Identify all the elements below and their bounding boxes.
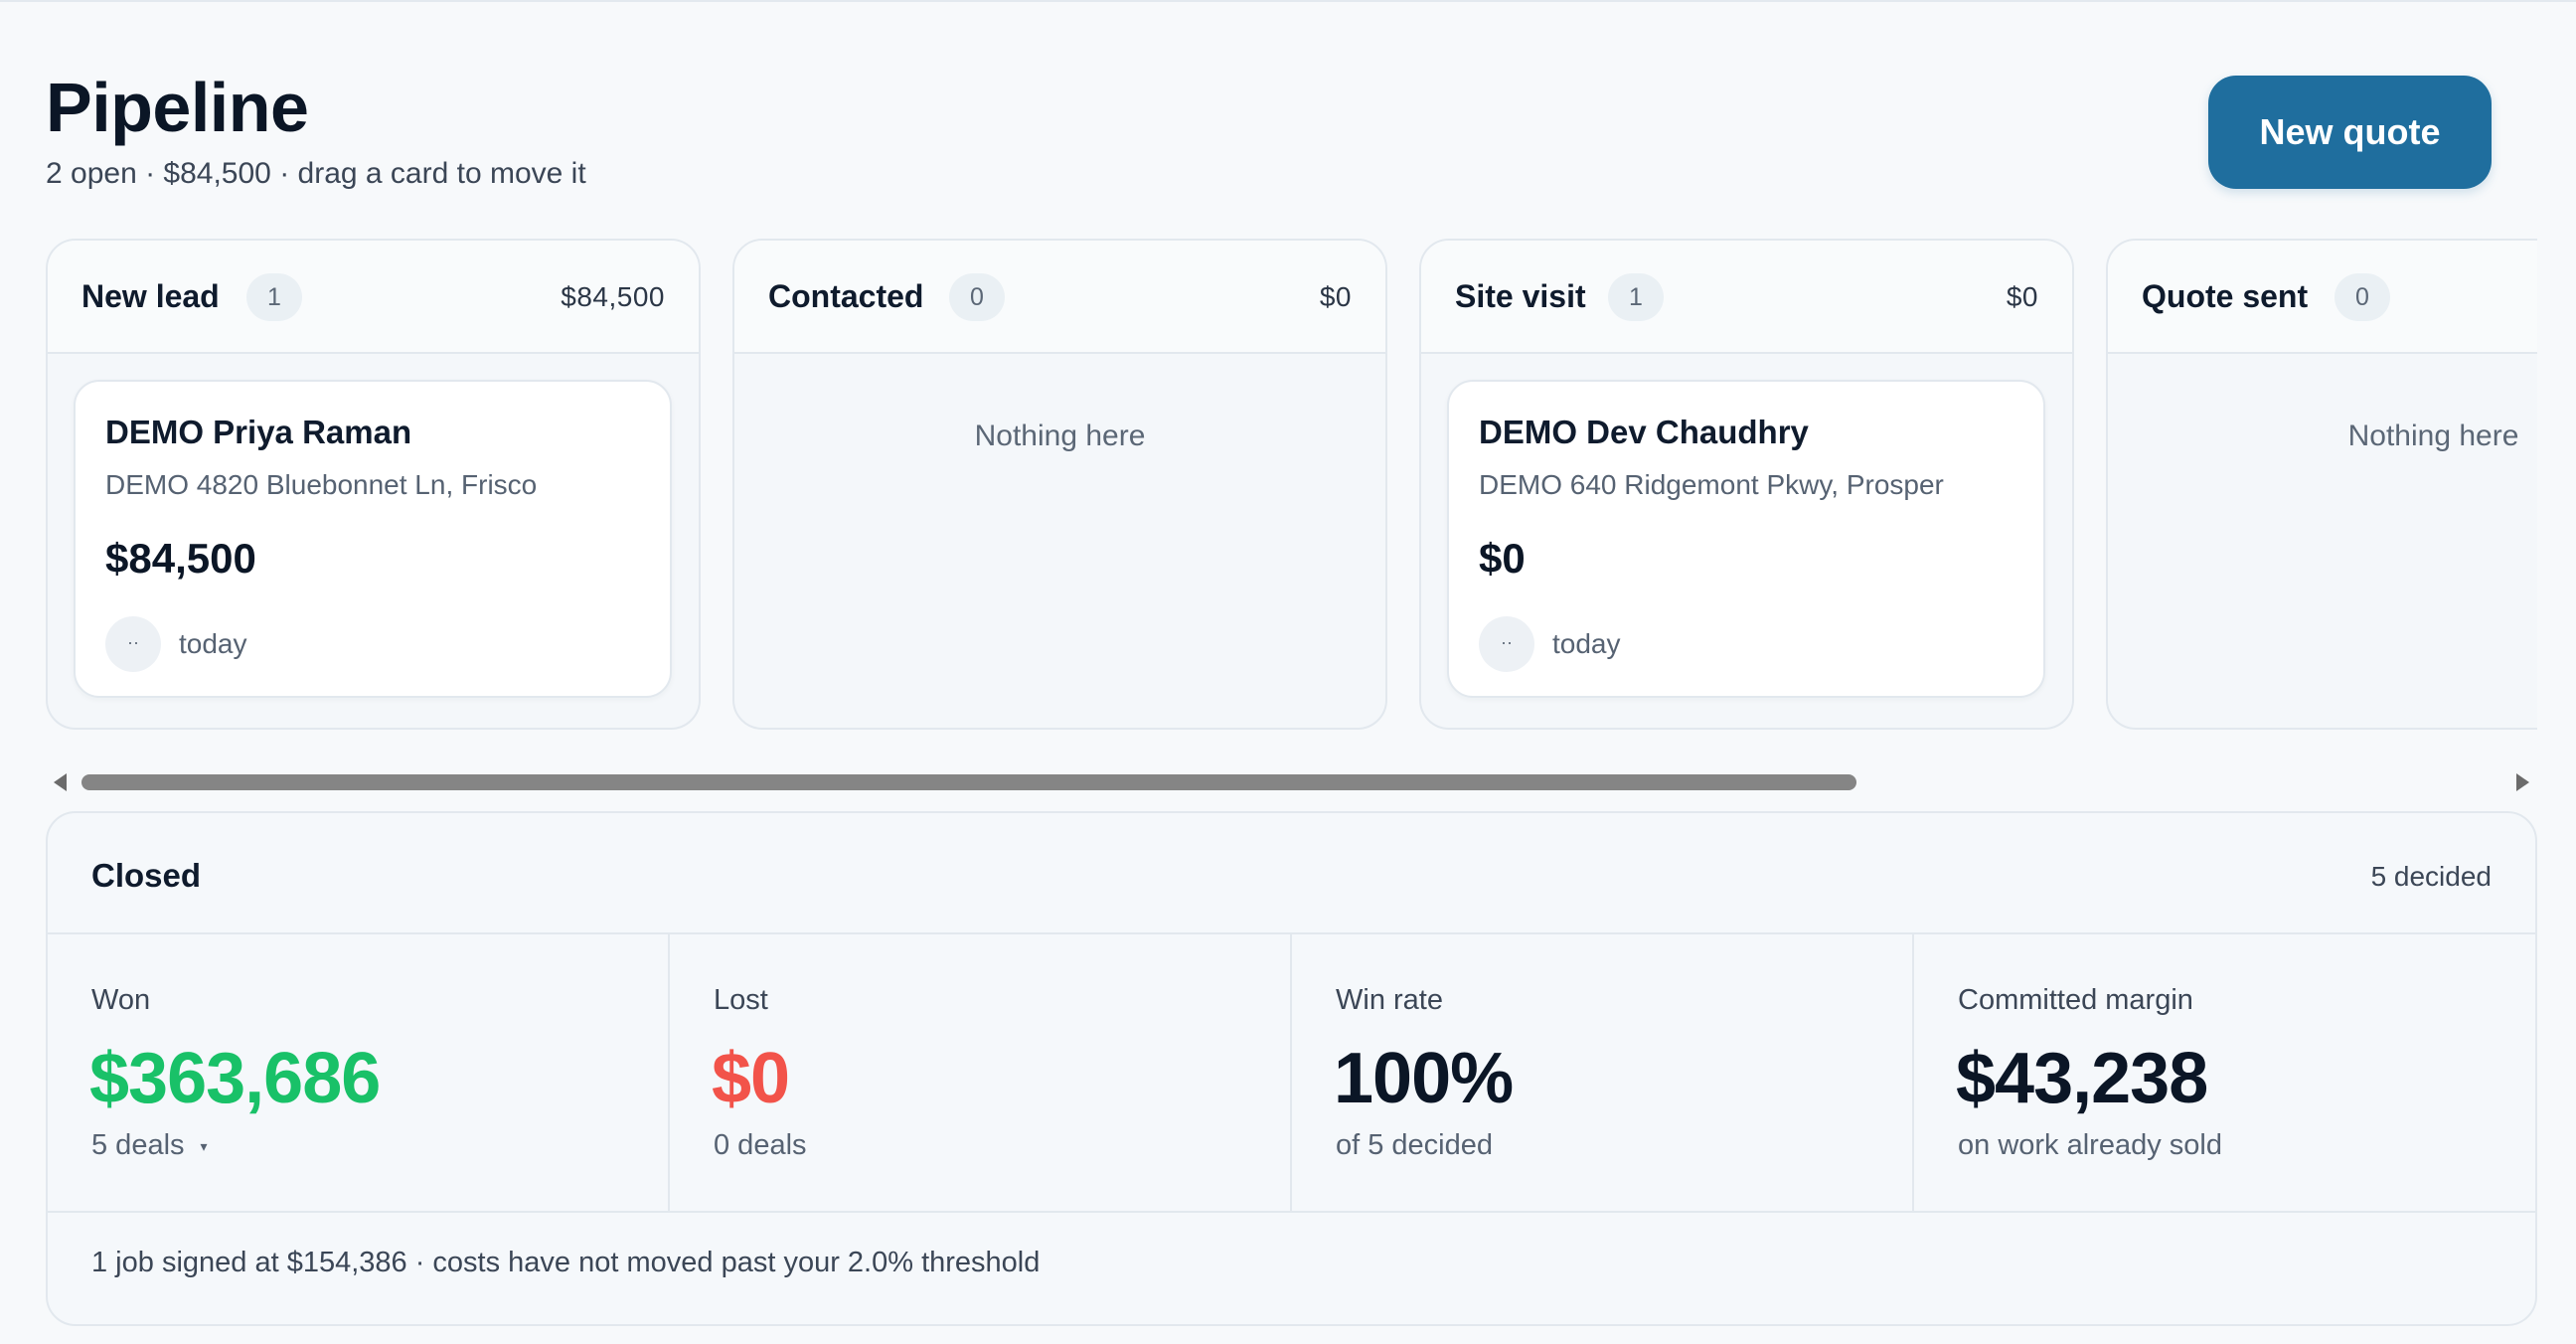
- deal-date: today: [1552, 628, 1621, 659]
- won-deals-count: 5 deals: [91, 1129, 185, 1161]
- stat-subtext: of 5 decided: [1336, 1129, 1494, 1161]
- deal-amount: $84,500: [105, 535, 256, 582]
- stat-subtext: on work already sold: [1958, 1129, 2222, 1161]
- stat-win-rate: Win rate 100% of 5 decided: [1292, 934, 1914, 1213]
- stat-label: Committed margin: [1958, 984, 2193, 1016]
- stat-won[interactable]: Won $363,686 5 deals ▾: [48, 934, 670, 1213]
- scroll-right-arrow-icon[interactable]: [2516, 773, 2529, 791]
- deal-card[interactable]: DEMO Dev Chaudhry DEMO 640 Ridgemont Pkw…: [1447, 380, 2045, 698]
- avatar: ··: [105, 616, 161, 672]
- closed-header: Closed 5 decided: [48, 813, 2535, 934]
- column-total: $84,500: [561, 281, 665, 312]
- scrollbar-thumb[interactable]: [81, 774, 1856, 790]
- page-title: Pipeline: [46, 69, 309, 146]
- stat-subtext: 0 deals: [714, 1129, 807, 1161]
- column-header: Quote sent 0: [2108, 241, 2537, 354]
- column-empty-message: Nothing here: [974, 420, 1146, 452]
- board-horizontal-scrollbar[interactable]: [46, 767, 2537, 797]
- column-count-badge: 0: [2334, 273, 2390, 321]
- column-new-lead[interactable]: New lead 1 $84,500 DEMO Priya Raman DEMO…: [46, 239, 701, 730]
- avatar: ··: [1479, 616, 1534, 672]
- deal-amount: $0: [1479, 535, 1526, 582]
- deal-name: DEMO Priya Raman: [105, 414, 412, 450]
- column-header: Contacted 0 $0: [734, 241, 1385, 354]
- column-header: New lead 1 $84,500: [48, 241, 699, 354]
- column-title: Contacted: [768, 278, 924, 314]
- pipeline-board[interactable]: New lead 1 $84,500 DEMO Priya Raman DEMO…: [46, 239, 2537, 732]
- column-count-badge: 1: [1608, 273, 1664, 321]
- stat-committed-margin: Committed margin $43,238 on work already…: [1914, 934, 2535, 1213]
- stat-label: Win rate: [1336, 984, 1443, 1016]
- stat-label: Won: [91, 984, 151, 1016]
- column-count-badge: 0: [949, 273, 1005, 321]
- closed-decided-count: 5 decided: [2370, 861, 2492, 892]
- column-title: Quote sent: [2142, 278, 2309, 314]
- deal-address: DEMO 4820 Bluebonnet Ln, Frisco: [105, 469, 538, 500]
- closed-title: Closed: [91, 857, 202, 894]
- stat-lost: Lost $0 0 deals: [670, 934, 1292, 1213]
- deal-date: today: [179, 628, 247, 659]
- column-count-badge: 1: [246, 273, 302, 321]
- page-subtitle: 2 open · $84,500 · drag a card to move i…: [46, 157, 586, 190]
- column-total: $0: [1319, 281, 1352, 312]
- stat-value: $0: [712, 1039, 790, 1118]
- column-empty-message: Nothing here: [2347, 420, 2519, 452]
- new-quote-button[interactable]: New quote: [2208, 76, 2492, 189]
- stat-value: 100%: [1334, 1039, 1514, 1118]
- scroll-left-arrow-icon[interactable]: [54, 773, 67, 791]
- stat-value: $43,238: [1956, 1039, 2208, 1118]
- caret-down-icon[interactable]: ▾: [201, 1138, 208, 1155]
- column-header: Site visit 1 $0: [1421, 241, 2072, 354]
- column-contacted[interactable]: Contacted 0 $0 Nothing here: [732, 239, 1387, 730]
- stat-value: $363,686: [89, 1039, 381, 1118]
- column-title: Site visit: [1455, 278, 1586, 314]
- stat-subtext[interactable]: 5 deals ▾: [91, 1129, 208, 1162]
- closed-footer-note: 1 job signed at $154,386 · costs have no…: [91, 1247, 1041, 1278]
- pipeline-page: Pipeline 2 open · $84,500 · drag a card …: [0, 0, 2576, 1344]
- column-quote-sent[interactable]: Quote sent 0 Nothing here: [2106, 239, 2537, 730]
- page-header: Pipeline 2 open · $84,500 · drag a card …: [46, 2, 2530, 239]
- closed-summary-panel: Closed 5 decided Won $363,686 5 deals ▾ L…: [46, 811, 2537, 1326]
- deal-address: DEMO 640 Ridgemont Pkwy, Prosper: [1479, 469, 1944, 500]
- column-title: New lead: [81, 278, 220, 314]
- column-site-visit[interactable]: Site visit 1 $0 DEMO Dev Chaudhry DEMO 6…: [1419, 239, 2074, 730]
- closed-stats: Won $363,686 5 deals ▾ Lost $0 0 deals Wi…: [48, 934, 2535, 1213]
- stat-label: Lost: [714, 984, 768, 1016]
- deal-card[interactable]: DEMO Priya Raman DEMO 4820 Bluebonnet Ln…: [74, 380, 672, 698]
- column-total: $0: [2006, 281, 2038, 312]
- deal-name: DEMO Dev Chaudhry: [1479, 414, 1809, 450]
- board-track: New lead 1 $84,500 DEMO Priya Raman DEMO…: [46, 239, 2537, 732]
